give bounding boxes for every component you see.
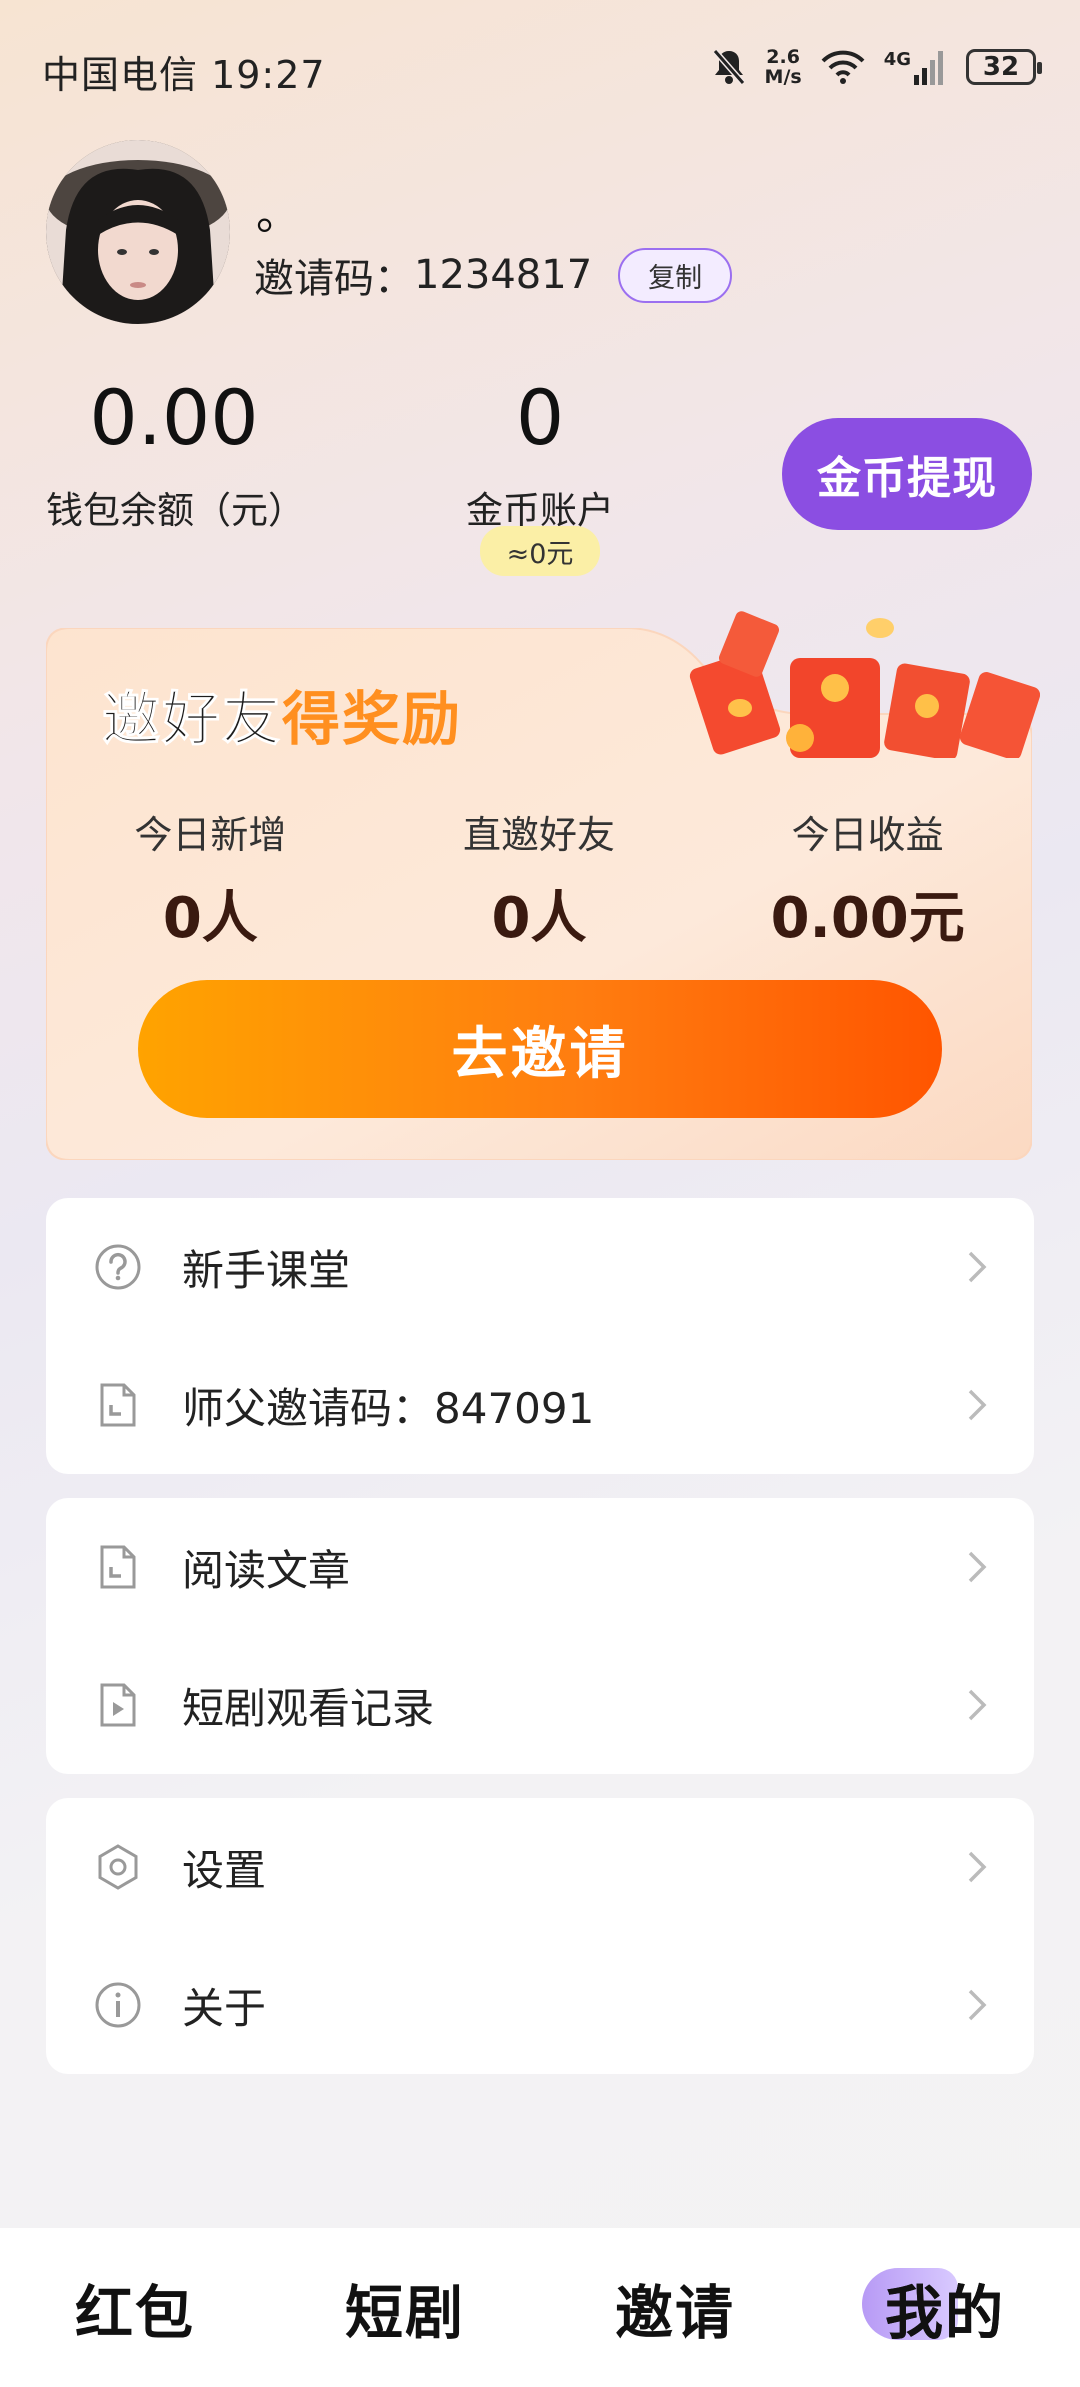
withdraw-button[interactable]: 金币提现 [782, 418, 1032, 530]
invite-card-title: 邀好友得奖励 [101, 672, 463, 756]
wifi-icon [820, 49, 866, 85]
network-type: 4G [883, 49, 911, 70]
menu-item-settings[interactable]: 设置 [46, 1798, 1034, 1936]
invite-card-title-part1: 邀好友 [101, 685, 283, 754]
menu-item-master-invite-code[interactable]: 师父邀请码：847091 [46, 1336, 1034, 1474]
chevron-right-icon [962, 1385, 990, 1425]
menu-item-label: 新手课堂 [182, 1245, 351, 1295]
wallet-label: 钱包余额（元） [46, 489, 305, 532]
chevron-right-icon [962, 1847, 990, 1887]
menu-item-label: 师父邀请码：847091 [182, 1383, 595, 1433]
invite-stat-label: 直邀好友 [463, 813, 616, 857]
menu-group-1: 新手课堂 师父邀请码：847091 [46, 1198, 1034, 1474]
bell-off-icon [711, 47, 747, 87]
copy-button[interactable]: 复制 [618, 247, 733, 303]
invite-code-row: 邀请码： 1234817 复制 [254, 246, 733, 304]
net-speed-unit: M/s [764, 66, 802, 88]
chevron-right-icon [962, 1685, 990, 1725]
nav-item-invite[interactable]: 邀请 [540, 2228, 810, 2387]
invite-stat-today-earnings: 今日收益 0.00元 [703, 804, 1032, 954]
battery-icon: 32 [966, 49, 1042, 85]
info-icon [94, 1981, 142, 2029]
invite-code-value: 1234817 [414, 252, 593, 298]
coin-value: 0 [515, 373, 565, 462]
menu-item-read-articles[interactable]: 阅读文章 [46, 1498, 1034, 1636]
coin-equiv-badge: ≈0元 [480, 526, 600, 576]
menu-item-label: 短剧观看记录 [182, 1683, 435, 1733]
hexagon-settings-icon [94, 1843, 142, 1891]
net-speed: 2.6 M/s [765, 47, 802, 87]
nav-label: 红包 [74, 2278, 195, 2347]
invite-card: 邀好友得奖励 今日新增 0人 直邀好友 0人 今日收益 0.00元 去邀请 [46, 611, 1040, 1160]
bottom-nav: 红包 短剧 邀请 我的 [0, 2228, 1080, 2387]
menu-item-label: 阅读文章 [182, 1545, 351, 1595]
invite-stat-value: 0.00元 [770, 886, 965, 951]
invite-stat-value: 0人 [162, 886, 258, 951]
coin-account[interactable]: 0 金币账户 [440, 380, 640, 534]
document-icon [94, 1543, 142, 1591]
status-icons: 2.6 M/s 4G 32 [711, 44, 1042, 90]
invite-stat-value: 0人 [491, 886, 587, 951]
wallet-balance[interactable]: 0.00 钱包余额（元） [46, 373, 305, 534]
avatar[interactable] [46, 140, 230, 324]
document-icon [94, 1381, 142, 1429]
invite-card-title-part2: 得奖励 [282, 685, 463, 753]
status-bar: 中国电信 19:27 2.6 M/s 4G 32 [0, 0, 1080, 136]
nav-item-short-drama[interactable]: 短剧 [270, 2228, 540, 2387]
invite-stat-today-new: 今日新增 0人 [46, 804, 375, 954]
chevron-right-icon [962, 1985, 990, 2025]
chevron-right-icon [962, 1247, 990, 1287]
nav-label: 邀请 [614, 2278, 735, 2347]
wallet-value: 0.00 [89, 373, 259, 462]
invite-stats: 今日新增 0人 直邀好友 0人 今日收益 0.00元 [46, 804, 1032, 954]
go-invite-button[interactable]: 去邀请 [138, 980, 942, 1118]
invite-stat-label: 今日新增 [134, 813, 287, 857]
red-envelope-icon [689, 611, 1040, 758]
net-speed-value: 2.6 [766, 46, 800, 68]
menu-item-drama-history[interactable]: 短剧观看记录 [46, 1636, 1034, 1774]
menu-item-label: 关于 [182, 1983, 267, 2033]
nickname: 。 [256, 189, 300, 240]
invite-code-label: 邀请码： [254, 256, 414, 302]
question-icon [94, 1243, 142, 1291]
battery-level: 32 [982, 52, 1020, 82]
nav-label: 短剧 [344, 2278, 465, 2347]
nav-item-mine[interactable]: 我的 [810, 2228, 1080, 2387]
signal-icon: 4G [884, 49, 948, 85]
video-file-icon [94, 1681, 142, 1729]
menu-group-2: 阅读文章 短剧观看记录 [46, 1498, 1034, 1774]
carrier-time: 中国电信 19:27 [42, 53, 326, 97]
nav-label: 我的 [884, 2278, 1005, 2347]
chevron-right-icon [962, 1547, 990, 1587]
menu-item-label: 设置 [182, 1845, 267, 1895]
menu-group-3: 设置 关于 [46, 1798, 1034, 2074]
menu-item-beginner-class[interactable]: 新手课堂 [46, 1198, 1034, 1336]
nav-item-red-packet[interactable]: 红包 [0, 2228, 270, 2387]
menu-item-about[interactable]: 关于 [46, 1936, 1034, 2074]
invite-stat-direct-friends: 直邀好友 0人 [375, 804, 704, 954]
invite-stat-label: 今日收益 [791, 813, 944, 857]
